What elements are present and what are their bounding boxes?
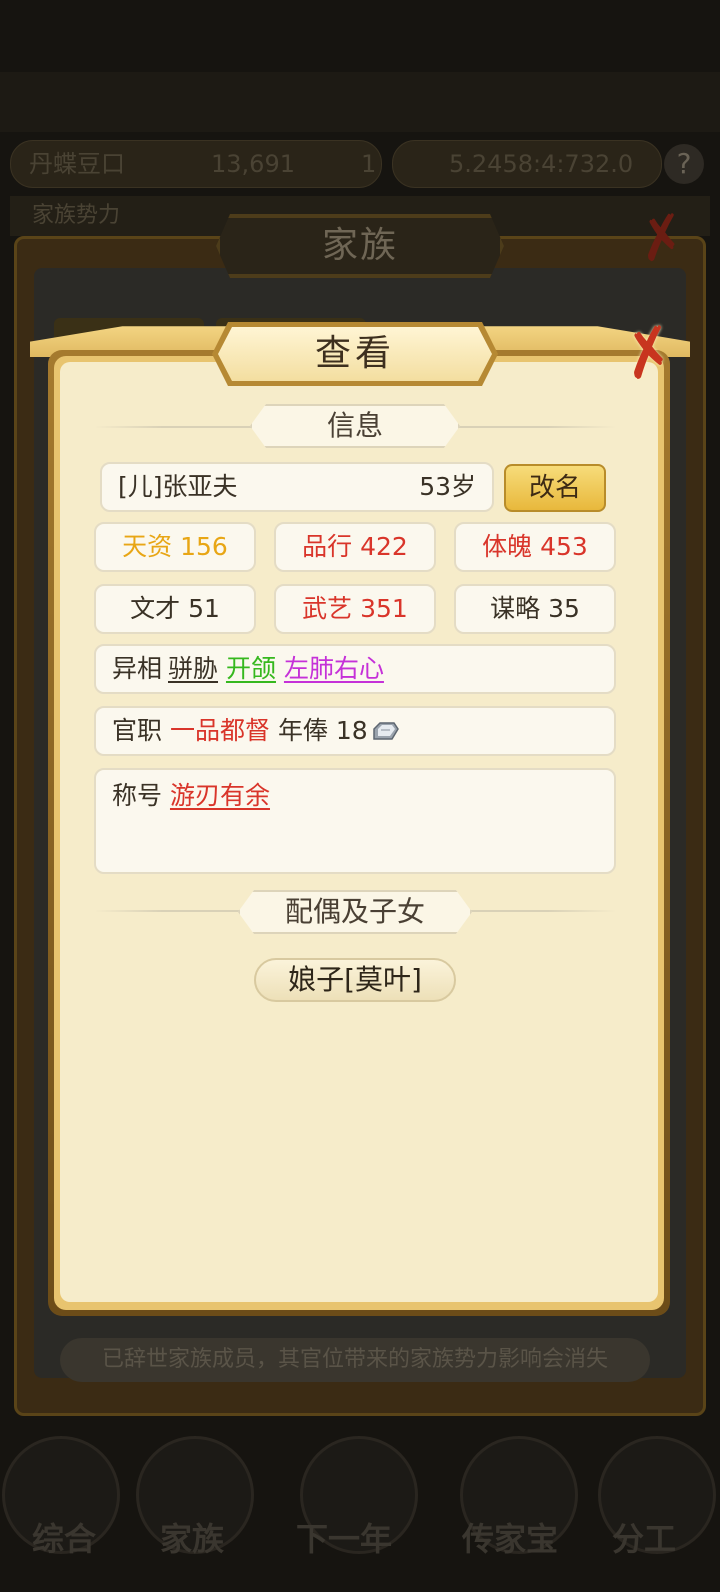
nav-next-year[interactable]: 下一年 — [296, 1514, 392, 1560]
honor-label: 称号 — [112, 781, 163, 810]
section-divider-left — [94, 426, 264, 428]
rename-button[interactable]: 改名 — [504, 464, 606, 512]
spouse-button[interactable]: 娘子[莫叶] — [254, 958, 456, 1002]
stat-literary-value: 51 — [188, 594, 220, 623]
stat-talent-label: 天资 — [122, 532, 173, 561]
resource-value: 13,691 — [211, 150, 295, 178]
nav-overview[interactable]: 综合 — [32, 1514, 96, 1560]
resource-bar-left: 丹蝶豆口 13,691 1 — [10, 140, 382, 188]
stat-physique: 体魄 453 — [454, 522, 616, 572]
stat-martial-value: 351 — [360, 594, 408, 623]
section-info-title: 信息 — [326, 409, 383, 442]
traits-row: 异相 骈胁 开颌 左肺右心 — [94, 644, 616, 694]
office-label: 官职 — [112, 716, 163, 745]
stat-conduct: 品行 422 — [274, 522, 436, 572]
member-age: 53岁 — [419, 472, 476, 501]
member-name-box: [儿]张亚夫 53岁 — [100, 462, 494, 512]
nav-family[interactable]: 家族 — [160, 1514, 224, 1560]
stat-physique-value: 453 — [540, 532, 588, 561]
top-bar — [0, 72, 720, 132]
member-name: [儿]张亚夫 — [118, 472, 238, 501]
stat-martial-label: 武艺 — [302, 594, 353, 623]
nav-division[interactable]: 分工 — [612, 1514, 676, 1560]
stat-strategy: 谋略 35 — [454, 584, 616, 634]
stat-conduct-label: 品行 — [302, 532, 353, 561]
salary-value: 18 — [335, 716, 368, 745]
help-icon[interactable]: ? — [664, 144, 704, 184]
stat-martial: 武艺 351 — [274, 584, 436, 634]
office-rank: 一品都督 — [169, 716, 270, 745]
stat-literary: 文才 51 — [94, 584, 256, 634]
honor-title-box: 称号 游刃有余 — [94, 768, 616, 874]
trait-3[interactable]: 左肺右心 — [284, 654, 384, 683]
section-divider-right — [446, 426, 616, 428]
honor-value[interactable]: 游刃有余 — [170, 781, 270, 810]
trait-1[interactable]: 骈胁 — [168, 654, 218, 683]
stat-conduct-value: 422 — [360, 532, 408, 561]
stat-strategy-value: 35 — [548, 594, 580, 623]
office-row: 官职 一品都督 年俸 18 — [94, 706, 616, 756]
deceased-note: 已辞世家族成员，其官位带来的家族势力影响会消失 — [60, 1338, 650, 1382]
stat-talent: 天资 156 — [94, 522, 256, 572]
resource-progress: 5.2458:4:732.0 — [449, 150, 634, 178]
resource-name: 丹蝶豆口 — [29, 150, 125, 178]
section-family-title: 配偶及子女 — [284, 895, 425, 928]
resource-bar-right: 5.2458:4:732.0 — [392, 140, 662, 188]
stat-physique-label: 体魄 — [482, 532, 533, 561]
subtitle-text: 家族势力 — [32, 203, 121, 228]
dialog-title: 查看 — [314, 333, 395, 374]
stat-literary-label: 文才 — [130, 594, 181, 623]
silver-ingot-icon — [372, 722, 399, 740]
nav-heirloom[interactable]: 传家宝 — [462, 1514, 558, 1560]
stat-strategy-label: 谋略 — [490, 594, 541, 623]
resource-count: 1 — [361, 150, 377, 178]
family-title: 家族 — [321, 225, 398, 266]
stat-talent-value: 156 — [180, 532, 228, 561]
traits-label: 异相 — [112, 654, 163, 683]
salary-label: 年俸 — [277, 716, 328, 745]
trait-2[interactable]: 开颌 — [226, 654, 276, 683]
